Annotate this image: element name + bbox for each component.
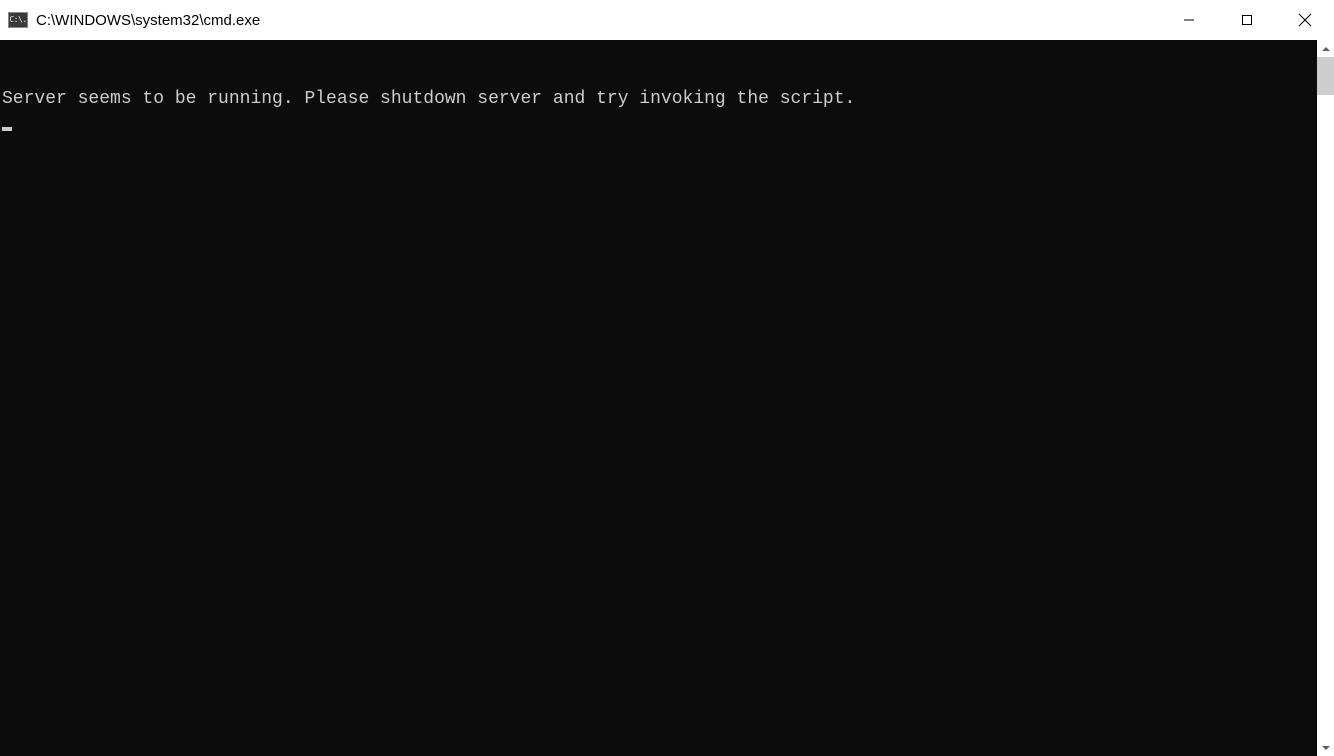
title-bar: C:\. C:\WINDOWS\system32\cmd.exe bbox=[0, 0, 1334, 40]
maximize-icon bbox=[1241, 14, 1253, 26]
close-button[interactable] bbox=[1276, 0, 1334, 40]
cmd-app-icon-text: C:\. bbox=[9, 16, 26, 24]
terminal-area: Server seems to be running. Please shutd… bbox=[0, 40, 1334, 756]
terminal-content[interactable]: Server seems to be running. Please shutd… bbox=[0, 40, 1317, 756]
scroll-down-button[interactable] bbox=[1317, 739, 1334, 756]
scroll-track[interactable] bbox=[1317, 57, 1334, 739]
vertical-scrollbar[interactable] bbox=[1317, 40, 1334, 756]
maximize-button[interactable] bbox=[1218, 0, 1276, 40]
terminal-line: Server seems to be running. Please shutd… bbox=[2, 88, 1317, 110]
terminal-cursor bbox=[2, 127, 12, 131]
close-icon bbox=[1298, 13, 1312, 27]
minimize-button[interactable] bbox=[1160, 0, 1218, 40]
chevron-up-icon bbox=[1322, 45, 1330, 53]
window-controls bbox=[1160, 0, 1334, 40]
cmd-app-icon: C:\. bbox=[8, 12, 28, 28]
chevron-down-icon bbox=[1322, 744, 1330, 752]
scroll-thumb[interactable] bbox=[1317, 57, 1334, 95]
minimize-icon bbox=[1183, 14, 1195, 26]
scroll-up-button[interactable] bbox=[1317, 40, 1334, 57]
window-title: C:\WINDOWS\system32\cmd.exe bbox=[36, 12, 1160, 29]
